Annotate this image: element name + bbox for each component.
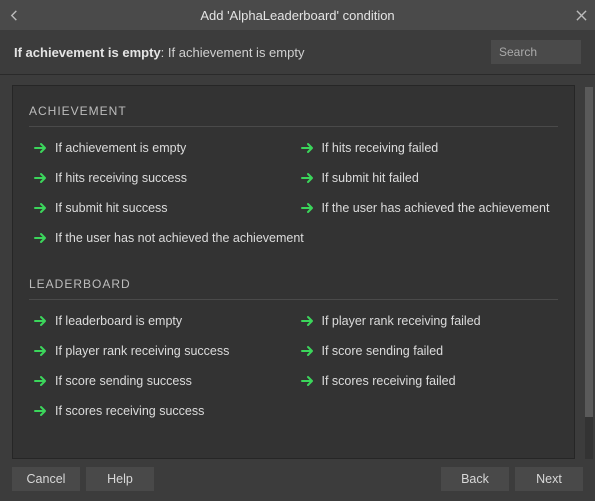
content-wrap: ACHIEVEMENT If achievement is empty If h… (0, 75, 585, 459)
condition-item[interactable]: If score sending failed (296, 342, 559, 360)
condition-item-label: If hits receiving failed (322, 141, 439, 155)
close-button[interactable] (567, 10, 595, 21)
condition-item[interactable]: If hits receiving success (29, 169, 292, 187)
arrow-right-icon (300, 344, 314, 358)
condition-item[interactable]: If player rank receiving failed (296, 312, 559, 330)
condition-item-label: If the user has achieved the achievement (322, 201, 550, 215)
next-button[interactable]: Next (515, 467, 583, 491)
condition-detail: : If achievement is empty (161, 45, 305, 60)
arrow-right-icon (300, 171, 314, 185)
arrow-right-icon (300, 141, 314, 155)
leaderboard-items: If leaderboard is empty If player rank r… (29, 312, 558, 420)
condition-item-label: If achievement is empty (55, 141, 186, 155)
divider (29, 299, 558, 300)
condition-item-label: If player rank receiving success (55, 344, 229, 358)
condition-item[interactable]: If player rank receiving success (29, 342, 292, 360)
condition-item-label: If scores receiving failed (322, 374, 456, 388)
condition-item[interactable]: If submit hit success (29, 199, 292, 217)
cancel-button[interactable]: Cancel (12, 467, 80, 491)
condition-name: If achievement is empty (14, 45, 161, 60)
dialog-body: ACHIEVEMENT If achievement is empty If h… (0, 75, 595, 459)
arrow-right-icon (33, 404, 47, 418)
condition-item-label: If hits receiving success (55, 171, 187, 185)
condition-item-label: If scores receiving success (55, 404, 204, 418)
arrow-right-icon (33, 314, 47, 328)
condition-item-label: If submit hit success (55, 201, 168, 215)
scrollbar[interactable] (585, 87, 593, 459)
arrow-right-icon (33, 141, 47, 155)
condition-item-label: If score sending success (55, 374, 192, 388)
scrollbar-thumb[interactable] (585, 87, 593, 417)
condition-item[interactable]: If scores receiving failed (296, 372, 559, 390)
back-button[interactable] (0, 10, 28, 21)
section-title-leaderboard: LEADERBOARD (29, 277, 558, 291)
scroll-gutter (585, 75, 595, 459)
condition-item[interactable]: If hits receiving failed (296, 139, 559, 157)
header-bar: If achievement is empty: If achievement … (0, 30, 595, 75)
arrow-right-icon (300, 314, 314, 328)
condition-item[interactable]: If submit hit failed (296, 169, 559, 187)
condition-item-label: If score sending failed (322, 344, 444, 358)
arrow-left-icon (9, 10, 20, 21)
titlebar: Add 'AlphaLeaderboard' condition (0, 0, 595, 30)
window-title: Add 'AlphaLeaderboard' condition (28, 8, 567, 23)
condition-item[interactable]: If the user has achieved the achievement (296, 199, 559, 217)
conditions-panel: ACHIEVEMENT If achievement is empty If h… (12, 85, 575, 459)
condition-item[interactable]: If achievement is empty (29, 139, 292, 157)
search-input[interactable] (491, 40, 581, 64)
condition-item[interactable]: If the user has not achieved the achieve… (29, 229, 558, 247)
footer-bar: Cancel Help Back Next (0, 459, 595, 501)
condition-item[interactable]: If scores receiving success (29, 402, 558, 420)
condition-item-label: If the user has not achieved the achieve… (55, 231, 304, 245)
condition-item[interactable]: If leaderboard is empty (29, 312, 292, 330)
arrow-right-icon (33, 201, 47, 215)
divider (29, 126, 558, 127)
arrow-right-icon (33, 171, 47, 185)
condition-item-label: If player rank receiving failed (322, 314, 481, 328)
back-button-footer[interactable]: Back (441, 467, 509, 491)
condition-item-label: If submit hit failed (322, 171, 419, 185)
arrow-right-icon (300, 374, 314, 388)
arrow-right-icon (33, 374, 47, 388)
section-title-achievement: ACHIEVEMENT (29, 104, 558, 118)
arrow-right-icon (33, 231, 47, 245)
arrow-right-icon (33, 344, 47, 358)
condition-item-label: If leaderboard is empty (55, 314, 182, 328)
close-icon (576, 10, 587, 21)
condition-description: If achievement is empty: If achievement … (14, 45, 304, 60)
condition-item[interactable]: If score sending success (29, 372, 292, 390)
arrow-right-icon (300, 201, 314, 215)
achievement-items: If achievement is empty If hits receivin… (29, 139, 558, 247)
help-button[interactable]: Help (86, 467, 154, 491)
